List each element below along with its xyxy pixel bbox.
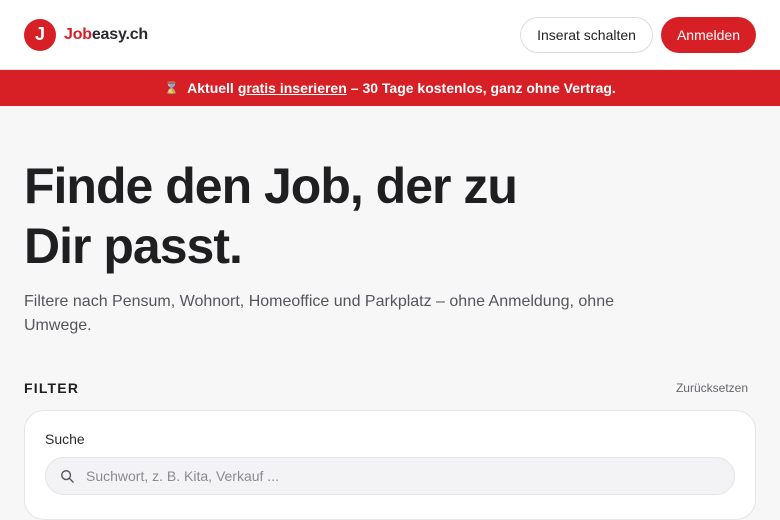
filter-header: FILTER Zurücksetzen xyxy=(24,380,756,396)
brand-name-rest: easy.ch xyxy=(91,25,148,43)
filter-title: FILTER xyxy=(24,380,80,396)
brand[interactable]: J Jobeasy.ch xyxy=(24,18,148,51)
brand-name: Jobeasy.ch xyxy=(64,26,148,44)
promo-prefix: Aktuell xyxy=(187,80,234,96)
search-label: Suche xyxy=(45,431,85,447)
reset-filter-button[interactable]: Zurücksetzen xyxy=(676,381,748,395)
brand-name-accent: Job xyxy=(64,25,92,43)
search-field[interactable] xyxy=(45,457,735,495)
post-ad-button[interactable]: Inserat schalten xyxy=(520,16,653,53)
search-icon xyxy=(61,470,74,483)
promo-banner: ⌛ Aktuell gratis inserieren – 30 Tage ko… xyxy=(0,70,780,106)
hero: Finde den Job, der zu Dir passt. Filtere… xyxy=(0,106,780,338)
header-actions: Inserat schalten Anmelden xyxy=(520,16,756,53)
logo-badge: J xyxy=(24,18,56,51)
top-header: J Jobeasy.ch Inserat schalten Anmelden xyxy=(0,0,780,70)
search-input[interactable] xyxy=(84,467,720,485)
promo-link[interactable]: gratis inserieren xyxy=(238,80,347,96)
page-subtitle: Filtere nach Pensum, Wohnort, Homeoffice… xyxy=(24,293,614,334)
login-button[interactable]: Anmelden xyxy=(660,16,756,53)
promo-suffix: – 30 Tage kostenlos, ganz ohne Vertrag. xyxy=(350,80,616,96)
filter-card: Suche xyxy=(24,410,756,520)
page-title: Finde den Job, der zu Dir passt. xyxy=(24,158,518,274)
hourglass-icon: ⌛ xyxy=(164,81,180,95)
